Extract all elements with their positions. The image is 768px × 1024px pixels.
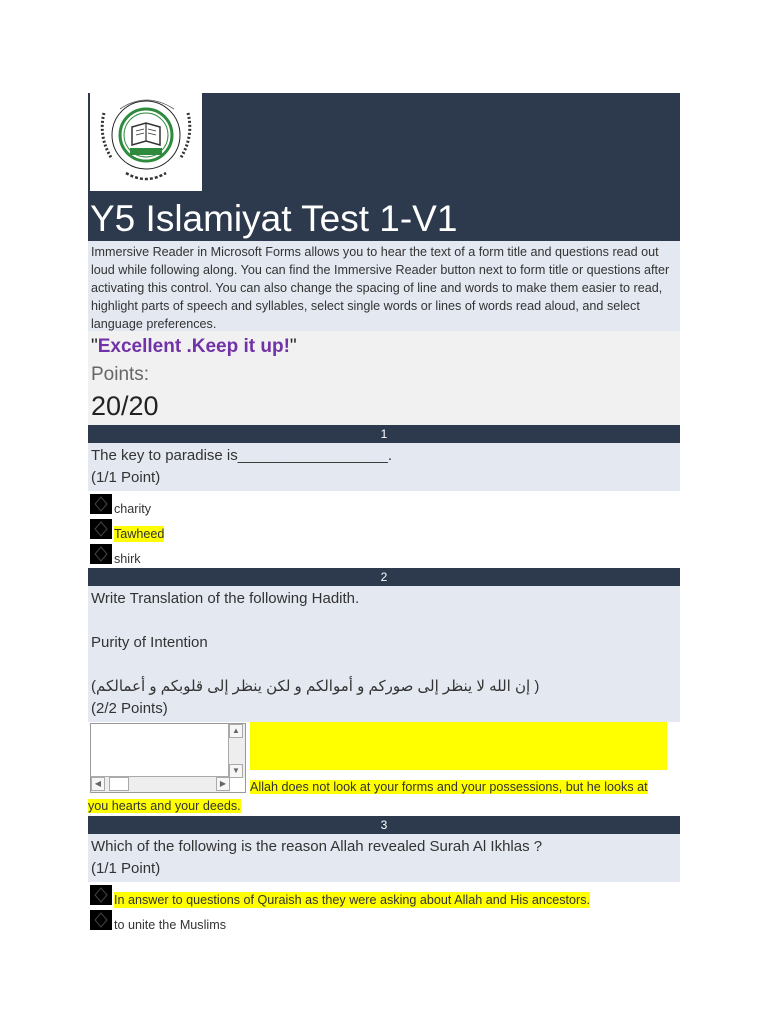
radio-icon[interactable] bbox=[90, 910, 112, 930]
form-title: Y5 Islamiyat Test 1-V1 bbox=[90, 198, 458, 239]
arabic-hadith: ( إن الله لا ينظر إلى صوركم و أموالكم و … bbox=[91, 678, 540, 695]
result-message: "Excellent .Keep it up!" bbox=[91, 336, 297, 357]
question-number-bar: 3 bbox=[88, 816, 680, 834]
question-text: The key to paradise is__________________… bbox=[88, 443, 680, 491]
question-text: Write Translation of the following Hadit… bbox=[88, 586, 680, 722]
answer-highlight bbox=[250, 722, 667, 770]
question-points: (1/1 Point) bbox=[91, 860, 161, 877]
option-charity[interactable]: charity bbox=[88, 493, 680, 518]
vertical-scrollbar[interactable]: ▲ ▼ bbox=[228, 724, 245, 778]
option-shirk[interactable]: shirk bbox=[88, 543, 680, 568]
option-tawheed[interactable]: Tawheed bbox=[88, 518, 680, 543]
form-description: Immersive Reader in Microsoft Forms allo… bbox=[88, 241, 680, 331]
radio-icon[interactable] bbox=[90, 885, 112, 905]
radio-icon[interactable] bbox=[90, 519, 112, 539]
radio-icon[interactable] bbox=[90, 544, 112, 564]
option-quraish[interactable]: In answer to questions of Quraish as the… bbox=[88, 884, 680, 909]
answer-area: ▲ ▼ ◀ ▶ Allah does not look at your form… bbox=[88, 722, 680, 816]
question-points: (1/1 Point) bbox=[91, 469, 161, 486]
option-unite-muslims[interactable]: to unite the Muslims bbox=[88, 909, 680, 934]
question-number-bar: 1 bbox=[88, 425, 680, 443]
answer-text: Allah does not look at your forms and yo… bbox=[88, 780, 648, 813]
scroll-up-icon[interactable]: ▲ bbox=[229, 724, 243, 738]
question-text: Which of the following is the reason All… bbox=[88, 834, 680, 882]
scroll-down-icon[interactable]: ▼ bbox=[229, 764, 243, 778]
quiz-document: Y5 Islamiyat Test 1-V1 Immersive Reader … bbox=[88, 93, 680, 934]
form-header: Y5 Islamiyat Test 1-V1 bbox=[88, 93, 680, 241]
points-label: Points: bbox=[91, 364, 150, 385]
total-score: 20/20 bbox=[91, 391, 159, 421]
result-section: "Excellent .Keep it up!" Points: 20/20 bbox=[88, 331, 680, 425]
question-points: (2/2 Points) bbox=[91, 700, 168, 717]
result-message-text: Excellent .Keep it up! bbox=[97, 336, 290, 357]
radio-icon[interactable] bbox=[90, 494, 112, 514]
question-number-bar: 2 bbox=[88, 568, 680, 586]
school-logo bbox=[90, 93, 202, 191]
